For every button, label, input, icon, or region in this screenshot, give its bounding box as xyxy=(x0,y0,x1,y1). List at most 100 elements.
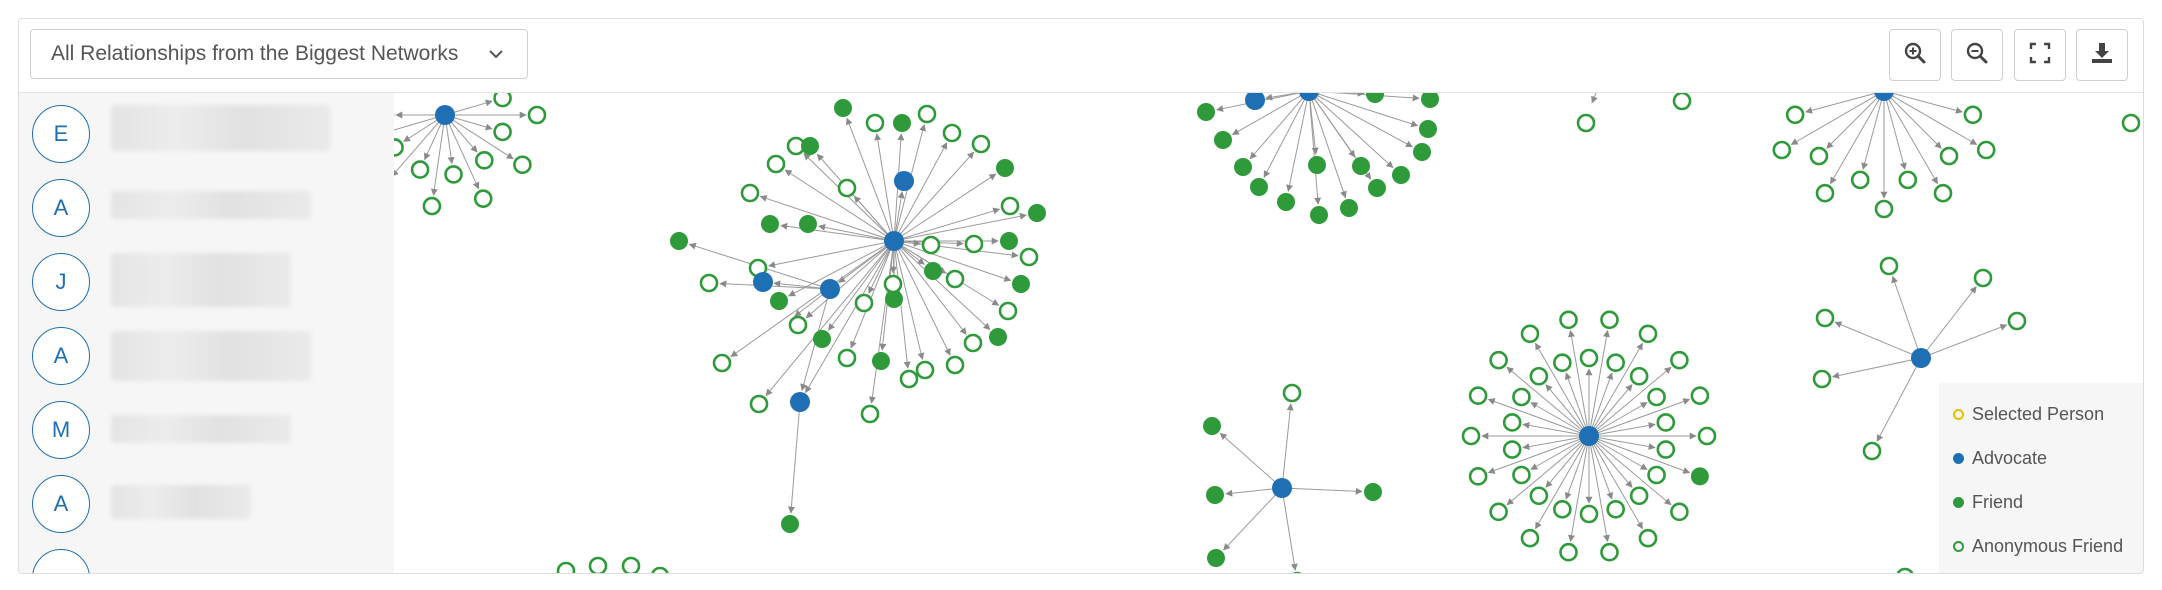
anonymous-friend-node[interactable] xyxy=(865,113,885,133)
anonymous-friend-node[interactable] xyxy=(651,566,669,573)
friend-node[interactable] xyxy=(1012,275,1030,293)
anonymous-friend-node[interactable] xyxy=(1874,199,1894,219)
view-select[interactable]: All Relationships from the Biggest Netwo… xyxy=(30,29,528,79)
friend-node[interactable] xyxy=(1419,120,1437,138)
anonymous-friend-node[interactable] xyxy=(1579,504,1599,524)
friend-node[interactable] xyxy=(1028,204,1046,222)
friend-node[interactable] xyxy=(1421,93,1439,108)
anonymous-friend-node[interactable] xyxy=(917,104,937,124)
friend-node[interactable] xyxy=(781,515,799,533)
friend-node[interactable] xyxy=(1368,179,1386,197)
anonymous-friend-node[interactable] xyxy=(942,123,962,143)
friend-node[interactable] xyxy=(1000,232,1018,250)
friend-node[interactable] xyxy=(670,232,688,250)
anonymous-friend-node[interactable] xyxy=(945,269,965,289)
anonymous-friend-node[interactable] xyxy=(1468,467,1488,486)
anonymous-friend-node[interactable] xyxy=(1559,542,1578,562)
anonymous-friend-node[interactable] xyxy=(1553,499,1572,519)
anonymous-friend-node[interactable] xyxy=(963,333,983,353)
anonymous-friend-node[interactable] xyxy=(1850,170,1870,190)
friend-node[interactable] xyxy=(1250,178,1268,196)
anonymous-friend-node[interactable] xyxy=(410,160,430,179)
advocate-node[interactable] xyxy=(820,279,840,299)
anonymous-friend-node[interactable] xyxy=(1785,105,1805,125)
anonymous-friend-node[interactable] xyxy=(1461,426,1481,446)
friend-node[interactable] xyxy=(770,292,788,310)
friend-node[interactable] xyxy=(1310,206,1328,224)
friend-node[interactable] xyxy=(1690,467,1709,486)
advocate-node[interactable] xyxy=(1579,426,1599,446)
friend-node[interactable] xyxy=(799,215,817,233)
anonymous-friend-node[interactable] xyxy=(621,556,641,573)
fullscreen-button[interactable] xyxy=(2014,29,2066,81)
friend-node[interactable] xyxy=(1197,103,1215,121)
anonymous-friend-node[interactable] xyxy=(1815,183,1835,203)
anonymous-friend-node[interactable] xyxy=(1600,310,1619,330)
anonymous-friend-node[interactable] xyxy=(1638,528,1658,548)
anonymous-friend-node[interactable] xyxy=(766,154,786,174)
anonymous-friend-node[interactable] xyxy=(474,151,494,170)
anonymous-friend-node[interactable] xyxy=(1939,146,1959,166)
anonymous-friend-node[interactable] xyxy=(493,122,512,142)
anonymous-friend-node[interactable] xyxy=(945,355,965,375)
anonymous-friend-node[interactable] xyxy=(1520,324,1540,344)
friend-node[interactable] xyxy=(1277,193,1295,211)
friend-node[interactable] xyxy=(1203,417,1221,435)
anonymous-friend-node[interactable] xyxy=(1672,93,1692,111)
friend-node[interactable] xyxy=(834,99,852,117)
person-item[interactable]: A xyxy=(32,179,92,239)
friend-node[interactable] xyxy=(1207,549,1225,567)
anonymous-friend-node[interactable] xyxy=(1812,369,1832,389)
anonymous-friend-node[interactable] xyxy=(2007,311,2027,331)
anonymous-friend-node[interactable] xyxy=(740,183,760,203)
anonymous-friend-node[interactable] xyxy=(964,234,984,254)
anonymous-friend-node[interactable] xyxy=(1862,441,1882,461)
friend-node[interactable] xyxy=(924,262,942,280)
anonymous-friend-node[interactable] xyxy=(1815,308,1835,328)
anonymous-friend-node[interactable] xyxy=(1502,440,1522,459)
friend-node[interactable] xyxy=(1234,158,1252,176)
anonymous-friend-node[interactable] xyxy=(1512,465,1531,485)
anonymous-friend-node[interactable] xyxy=(556,561,576,573)
anonymous-friend-node[interactable] xyxy=(1647,387,1666,407)
anonymous-friend-node[interactable] xyxy=(1697,426,1717,446)
anonymous-friend-node[interactable] xyxy=(883,274,903,294)
advocate-node[interactable] xyxy=(753,272,773,292)
person-item[interactable]: J xyxy=(32,253,92,313)
advocate-node[interactable] xyxy=(1874,93,1894,101)
anonymous-friend-node[interactable] xyxy=(1963,105,1983,125)
anonymous-friend-node[interactable] xyxy=(1647,465,1666,485)
friend-node[interactable] xyxy=(1366,93,1384,103)
anonymous-friend-node[interactable] xyxy=(1019,247,1039,267)
advocate-node[interactable] xyxy=(1245,93,1265,110)
anonymous-friend-node[interactable] xyxy=(473,189,493,208)
friend-node[interactable] xyxy=(801,137,819,155)
advocate-node[interactable] xyxy=(884,231,904,251)
anonymous-friend-node[interactable] xyxy=(899,369,919,389)
friend-node[interactable] xyxy=(1308,156,1326,174)
advocate-node[interactable] xyxy=(435,105,455,125)
anonymous-friend-node[interactable] xyxy=(1559,310,1578,330)
anonymous-friend-node[interactable] xyxy=(921,235,941,255)
person-item[interactable]: E xyxy=(32,105,92,165)
advocate-node[interactable] xyxy=(894,171,914,191)
anonymous-friend-node[interactable] xyxy=(1579,348,1599,368)
anonymous-friend-node[interactable] xyxy=(712,353,732,373)
friend-node[interactable] xyxy=(1364,483,1382,501)
anonymous-friend-node[interactable] xyxy=(2121,113,2141,133)
anonymous-friend-node[interactable] xyxy=(1976,140,1996,160)
anonymous-friend-node[interactable] xyxy=(1606,499,1625,519)
anonymous-friend-node[interactable] xyxy=(444,165,463,184)
friend-node[interactable] xyxy=(1206,486,1224,504)
friend-node[interactable] xyxy=(1352,157,1370,175)
friend-node[interactable] xyxy=(893,114,911,132)
anonymous-friend-node[interactable] xyxy=(1520,528,1540,548)
anonymous-friend-node[interactable] xyxy=(1606,353,1625,373)
anonymous-friend-node[interactable] xyxy=(1282,383,1302,403)
anonymous-friend-node[interactable] xyxy=(854,293,874,313)
friend-node[interactable] xyxy=(1392,166,1410,184)
anonymous-friend-node[interactable] xyxy=(1638,324,1658,344)
anonymous-friend-node[interactable] xyxy=(1973,268,1993,288)
person-item[interactable]: A xyxy=(32,327,92,387)
anonymous-friend-node[interactable] xyxy=(1576,113,1596,133)
